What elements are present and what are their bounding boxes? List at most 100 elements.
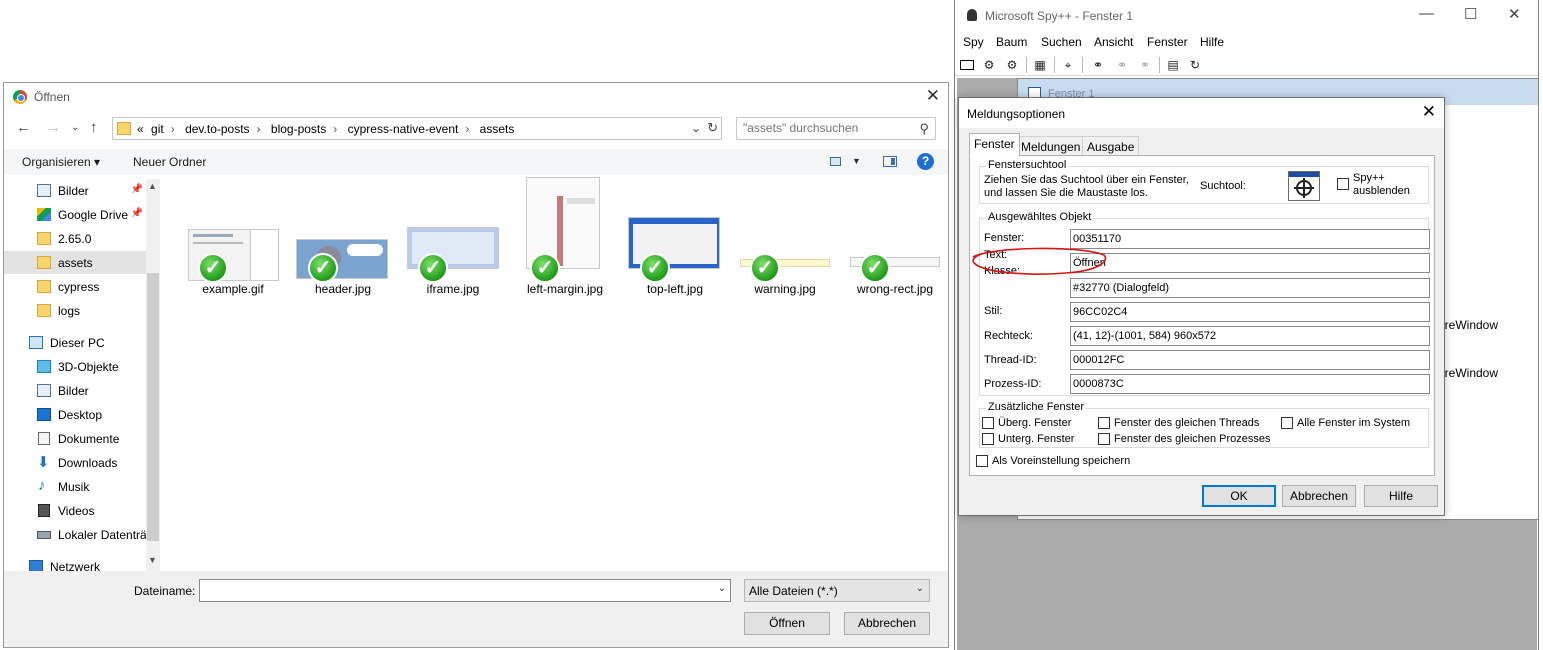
file-item-header-jpg[interactable]: ✓ header.jpg: [288, 183, 398, 296]
file-item-example-gif[interactable]: ✓ example.gif: [178, 183, 288, 296]
nav-item-dieser-pc[interactable]: Dieser PC: [4, 331, 146, 354]
refresh-icon[interactable]: ↻: [1188, 58, 1202, 72]
chevron-down-icon[interactable]: ⌄: [718, 583, 726, 594]
threads-view-icon[interactable]: ⚙: [1005, 58, 1019, 72]
minimize-icon[interactable]: —: [1419, 5, 1434, 22]
search-input[interactable]: [743, 121, 911, 135]
preview-pane-icon[interactable]: [883, 156, 897, 167]
breadcrumb-item-blog-posts[interactable]: blog-posts: [271, 122, 326, 136]
search-box[interactable]: ⚲: [736, 117, 936, 140]
hide-spy-checkbox[interactable]: [1337, 178, 1349, 190]
breadcrumb-separator-icon[interactable]: ›: [171, 122, 175, 136]
klasse-field[interactable]: #32770 (Dialogfeld): [1070, 278, 1430, 298]
thread-id-field[interactable]: 000012FC: [1070, 350, 1430, 370]
nav-item-downloads[interactable]: ⬇ Downloads: [4, 451, 146, 474]
close-icon[interactable]: ✕: [1422, 102, 1436, 122]
menu-suchen[interactable]: Suchen: [1041, 35, 1082, 49]
tab-meldungen[interactable]: Meldungen: [1016, 136, 1086, 156]
filename-input[interactable]: ⌄: [199, 579, 731, 602]
breadcrumb-overflow[interactable]: «: [137, 122, 144, 136]
menu-ansicht[interactable]: Ansicht: [1094, 35, 1133, 49]
help-button[interactable]: Hilfe: [1364, 485, 1438, 507]
nav-item-3d-objekte[interactable]: 3D-Objekte: [4, 355, 146, 378]
breadcrumb-item-cypress-native-event[interactable]: cypress-native-event: [348, 122, 459, 136]
rechteck-field[interactable]: (41, 12)-(1001, 584) 960x572: [1070, 326, 1430, 346]
cancel-button[interactable]: Abbrechen: [844, 612, 930, 635]
properties-icon[interactable]: ▤: [1166, 58, 1180, 72]
pin-icon[interactable]: 📌: [131, 208, 143, 219]
tab-fenster[interactable]: Fenster: [969, 133, 1020, 157]
new-folder-button[interactable]: Neuer Ordner: [133, 155, 206, 169]
file-item-warning-jpg[interactable]: ✓ warning.jpg: [730, 183, 840, 296]
child-window-checkbox[interactable]: [982, 433, 994, 445]
all-windows-checkbox[interactable]: [1281, 417, 1293, 429]
breadcrumb-separator-icon[interactable]: ›: [333, 122, 337, 136]
file-item-iframe-jpg[interactable]: ✓ iframe.jpg: [398, 183, 508, 296]
scroll-up-icon[interactable]: ▲: [148, 181, 157, 191]
processes-view-icon[interactable]: ⚙: [982, 58, 996, 72]
nav-item-dokumente[interactable]: Dokumente: [4, 427, 146, 450]
binoculars-icon[interactable]: ⚭: [1091, 58, 1105, 72]
help-icon[interactable]: ?: [917, 153, 934, 170]
nav-item-assets[interactable]: assets: [4, 251, 146, 274]
view-mode-icon[interactable]: [830, 157, 841, 166]
refresh-icon[interactable]: ↻: [707, 120, 718, 136]
scrollbar-thumb[interactable]: [147, 273, 159, 541]
nav-item-google-drive[interactable]: Google Drive 📌: [4, 203, 146, 226]
find-window-icon[interactable]: ⌖: [1061, 58, 1075, 72]
menu-baum[interactable]: Baum: [996, 35, 1027, 49]
same-process-checkbox[interactable]: [1098, 433, 1110, 445]
prozess-id-field[interactable]: 0000873C: [1070, 374, 1430, 394]
menu-hilfe[interactable]: Hilfe: [1200, 35, 1224, 49]
organize-button[interactable]: Organisieren ▾: [22, 155, 100, 169]
search-icon[interactable]: ⚲: [919, 121, 929, 137]
tree-item-fragment[interactable]: oreWindow: [1438, 318, 1498, 332]
breadcrumb-separator-icon[interactable]: ›: [465, 122, 469, 136]
file-item-top-left-jpg[interactable]: ✓ top-left.jpg: [620, 183, 730, 296]
file-item-left-margin-jpg[interactable]: ✓ left-margin.jpg: [510, 177, 620, 296]
menu-fenster[interactable]: Fenster: [1147, 35, 1188, 49]
breadcrumb-item-assets[interactable]: assets: [480, 122, 515, 136]
chevron-down-icon[interactable]: ⌄: [691, 121, 701, 135]
scroll-down-icon[interactable]: ▼: [148, 555, 157, 565]
save-default-checkbox[interactable]: [976, 455, 988, 467]
close-icon[interactable]: ✕: [926, 86, 940, 106]
maximize-icon[interactable]: ☐: [1464, 5, 1477, 23]
forward-arrow-icon[interactable]: →: [46, 119, 61, 136]
nav-item-lokaler-datentraeger[interactable]: Lokaler Datenträ: [4, 523, 147, 546]
tab-ausgabe[interactable]: Ausgabe: [1082, 136, 1140, 156]
find-next-icon[interactable]: ⚭: [1115, 58, 1129, 72]
ok-button[interactable]: OK: [1202, 485, 1276, 507]
finder-tool-icon[interactable]: [1288, 171, 1320, 201]
file-type-select[interactable]: Alle Dateien (*.*) ⌄: [744, 579, 930, 602]
log-messages-icon[interactable]: ▦: [1033, 58, 1047, 72]
pin-icon[interactable]: 📌: [131, 184, 143, 195]
nav-item-bilder[interactable]: Bilder: [4, 379, 146, 402]
breadcrumb-item-git[interactable]: git: [151, 122, 164, 136]
address-bar[interactable]: « git › dev.to-posts › blog-posts › cypress…: [112, 117, 722, 140]
find-previous-icon[interactable]: ⚭: [1138, 58, 1152, 72]
breadcrumb-separator-icon[interactable]: ›: [257, 122, 261, 136]
same-thread-checkbox[interactable]: [1098, 417, 1110, 429]
nav-item-bilder-pinned[interactable]: Bilder 📌: [4, 179, 146, 202]
text-field[interactable]: Öffnen: [1070, 253, 1430, 273]
cancel-button[interactable]: Abbrechen: [1282, 485, 1356, 507]
fenster-field[interactable]: 00351170: [1070, 229, 1430, 249]
nav-item-videos[interactable]: Videos: [4, 499, 146, 522]
windows-view-icon[interactable]: [960, 60, 974, 70]
nav-item-logs[interactable]: logs: [4, 299, 146, 322]
chevron-down-icon[interactable]: ▼: [852, 156, 861, 166]
open-button[interactable]: Öffnen: [744, 612, 830, 635]
parent-window-checkbox[interactable]: [982, 417, 994, 429]
nav-scrollbar[interactable]: ▲ ▼: [146, 179, 160, 571]
file-item-wrong-rect-jpg[interactable]: ✓ wrong-rect.jpg: [840, 183, 950, 296]
close-icon[interactable]: ✕: [1508, 5, 1521, 23]
recent-locations-chevron-icon[interactable]: ⌄: [71, 122, 79, 133]
nav-item-musik[interactable]: ♪ Musik: [4, 475, 146, 498]
breadcrumb-item-dev-to-posts[interactable]: dev.to-posts: [185, 122, 249, 136]
up-arrow-icon[interactable]: ↑: [90, 119, 98, 136]
nav-item-desktop[interactable]: Desktop: [4, 403, 146, 426]
stil-field[interactable]: 96CC02C4: [1070, 302, 1430, 322]
tree-item-fragment[interactable]: oreWindow: [1438, 366, 1498, 380]
nav-item-cypress[interactable]: cypress: [4, 275, 146, 298]
